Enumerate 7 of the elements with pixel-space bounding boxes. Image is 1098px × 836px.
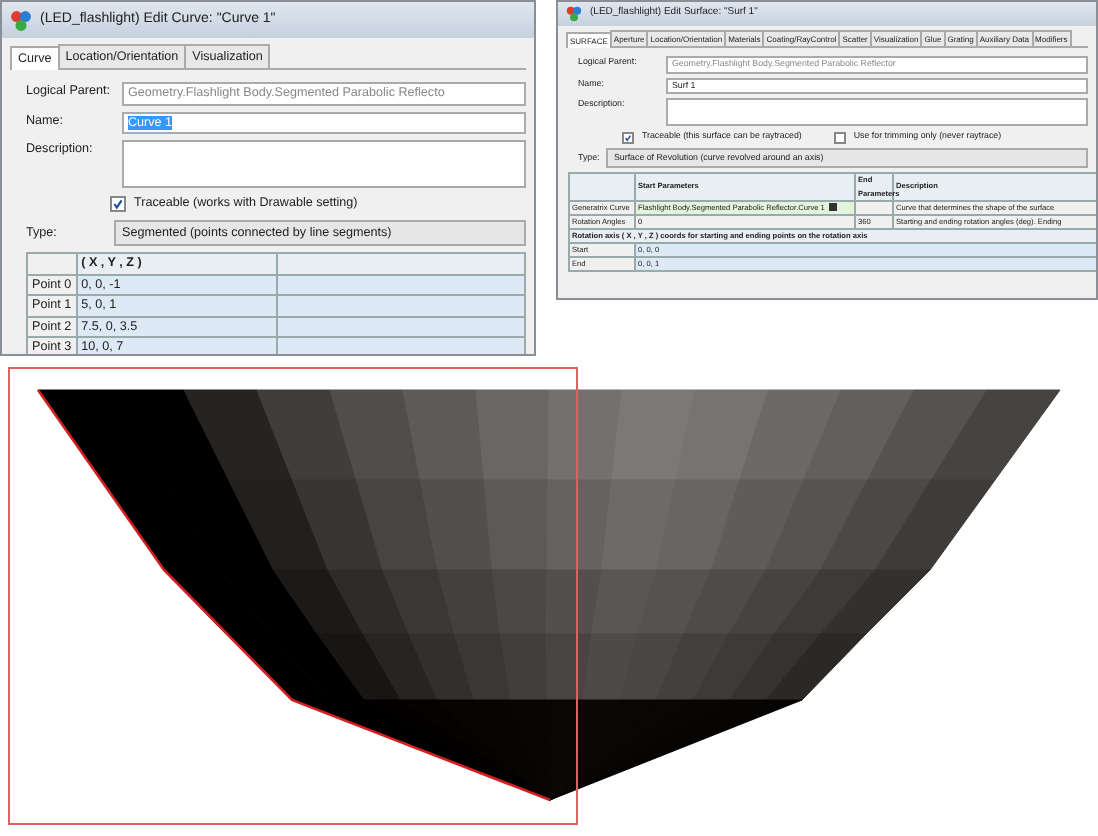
- checkbox[interactable]: [833, 131, 846, 144]
- checkbox[interactable]: [622, 131, 634, 144]
- picker-icon[interactable]: [828, 202, 839, 213]
- app-icon: [566, 6, 582, 22]
- app-icon: [10, 9, 32, 31]
- checkbox[interactable]: [110, 196, 126, 213]
- table-cell: [27, 253, 77, 275]
